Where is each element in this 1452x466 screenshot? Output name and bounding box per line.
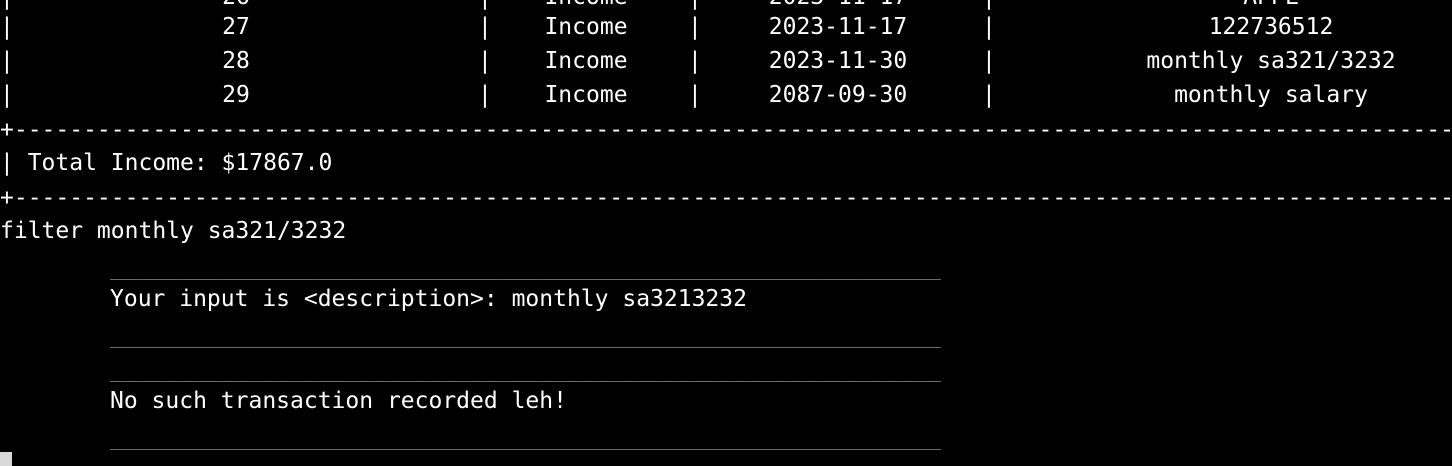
row-border: | <box>478 82 492 108</box>
row-id: 27 <box>222 14 250 40</box>
input-echo-message: Your input is <description>: monthly sa3… <box>110 286 747 312</box>
row-id: 29 <box>222 82 250 108</box>
row-description: 122736512 <box>1208 14 1334 40</box>
row-type: Income <box>544 14 628 40</box>
row-border: | <box>688 14 702 40</box>
response-rule: ________________________________________… <box>110 358 941 382</box>
row-border: | <box>982 82 996 108</box>
row-id: 28 <box>222 48 250 74</box>
row-description: monthly salary <box>1174 82 1368 108</box>
result-message: No such transaction recorded leh! <box>110 388 567 414</box>
table-row: | 27 | Income | 2023-11-17 | 122736512 <box>0 10 1452 44</box>
row-border: | <box>982 14 996 40</box>
row-date: 2087-09-30 <box>768 82 908 108</box>
row-border-left: | <box>0 82 14 108</box>
row-date: 2023-11-17 <box>768 14 908 40</box>
row-date: 2023-11-30 <box>768 48 908 74</box>
table-separator: +---------------------------------------… <box>0 118 1452 142</box>
terminal-window[interactable]: { "terminal": { "theme": {"background": … <box>0 0 1452 466</box>
row-border: | <box>982 48 996 74</box>
table-row: | 28 | Income | 2023-11-30 | monthly sa3… <box>0 44 1452 78</box>
table-row: | 29 | Income | 2087-09-30 | monthly sal… <box>0 78 1452 112</box>
row-border-left: | <box>0 48 14 74</box>
row-border: | <box>688 82 702 108</box>
response-rule: ________________________________________… <box>110 256 941 280</box>
row-border-left: | <box>0 14 14 40</box>
table-separator: +---------------------------------------… <box>0 186 1452 210</box>
terminal-cursor[interactable] <box>0 452 12 466</box>
response-rule: ________________________________________… <box>110 426 941 450</box>
row-type: Income <box>544 48 628 74</box>
row-description: monthly sa321/3232 <box>1146 48 1396 74</box>
row-border: | <box>688 48 702 74</box>
command-line: filter monthly sa321/3232 <box>0 218 347 244</box>
total-income-line: | Total Income: $17867.0 <box>0 150 333 176</box>
row-border: | <box>478 48 492 74</box>
response-rule: ________________________________________… <box>110 324 941 348</box>
row-border: | <box>478 14 492 40</box>
row-type: Income <box>544 82 628 108</box>
